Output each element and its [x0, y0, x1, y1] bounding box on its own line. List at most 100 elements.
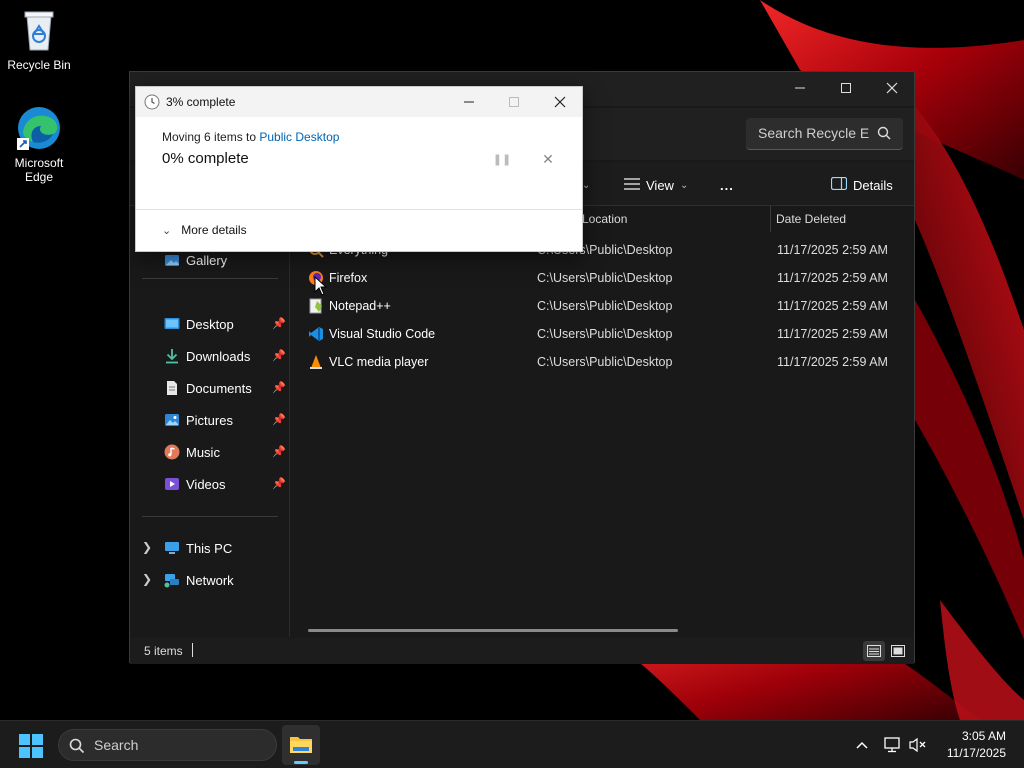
videos-icon	[164, 476, 180, 492]
nav-item-this-pc[interactable]: ❯ This PC	[130, 534, 290, 562]
details-view-toggle[interactable]	[863, 641, 885, 661]
nav-label: Desktop	[186, 317, 234, 332]
vscode-icon	[308, 326, 324, 342]
clock-time[interactable]: 3:05 AM	[936, 729, 1006, 743]
pause-button[interactable]: ❚❚	[492, 151, 512, 167]
desktop-icon-label: Microsoft Edge	[14, 156, 64, 184]
pin-icon[interactable]: 📌	[272, 349, 286, 362]
pin-icon[interactable]: 📌	[272, 413, 286, 426]
pictures-icon	[164, 412, 180, 428]
nav-item-documents[interactable]: Documents 📌	[130, 374, 290, 402]
pin-icon[interactable]: 📌	[272, 381, 286, 394]
chevron-right-icon[interactable]: ❯	[142, 572, 152, 586]
nav-divider	[142, 516, 278, 517]
file-name: Visual Studio Code	[329, 327, 436, 341]
nav-label: Music	[186, 445, 220, 460]
file-name: VLC media player	[329, 355, 429, 369]
nav-label: Pictures	[186, 413, 233, 428]
minimize-button[interactable]	[777, 72, 823, 104]
desktop-icon-edge[interactable]: Microsoft Edge	[1, 104, 77, 184]
dialog-close-button[interactable]	[545, 92, 575, 112]
running-indicator	[294, 761, 308, 764]
horizontal-scrollbar[interactable]	[308, 629, 678, 632]
file-date-deleted: 11/17/2025 2:59 AM	[777, 243, 888, 257]
dialog-divider	[136, 209, 582, 210]
clock-icon	[144, 94, 160, 113]
desktop-folder-icon	[164, 316, 180, 332]
nav-item-network[interactable]: ❯ Network	[130, 566, 290, 594]
file-row[interactable]: Visual Studio Code C:\Users\Public\Deskt…	[302, 320, 902, 348]
file-date-deleted: 11/17/2025 2:59 AM	[777, 327, 888, 341]
progress-percent: 0% complete	[162, 150, 249, 167]
music-icon	[164, 444, 180, 460]
column-label: Location	[582, 212, 628, 226]
chevron-right-icon[interactable]: ❯	[142, 540, 152, 554]
file-row[interactable]: Notepad++ C:\Users\Public\Desktop 11/17/…	[302, 292, 902, 320]
nav-item-pictures[interactable]: Pictures 📌	[130, 406, 290, 434]
windows-logo-icon	[19, 734, 43, 758]
move-progress-dialog: 3% complete Moving 6 items to Public Des…	[135, 86, 583, 252]
destination-link[interactable]: Public Desktop	[259, 130, 339, 144]
nav-item-desktop[interactable]: Desktop 📌	[130, 310, 290, 338]
pin-icon[interactable]: 📌	[272, 445, 286, 458]
cancel-button[interactable]: ✕	[540, 151, 556, 167]
show-hidden-icons-button[interactable]	[852, 735, 872, 755]
search-placeholder: Search Recycle E	[758, 125, 870, 141]
more-details-toggle[interactable]: ⌄ More details	[162, 223, 247, 237]
desktop-icon-label: Recycle Bin	[7, 58, 71, 72]
chevron-down-icon: ⌄	[582, 179, 591, 191]
nav-divider	[142, 278, 278, 279]
nav-label: Videos	[186, 477, 226, 492]
column-header-location[interactable]: Location	[582, 206, 627, 232]
desktop-icon-recycle-bin[interactable]: Recycle Bin	[1, 6, 77, 72]
nav-item-downloads[interactable]: Downloads 📌	[130, 342, 290, 370]
taskbar: Search 3:05 AM 11/17/2025	[0, 720, 1024, 768]
file-date-deleted: 11/17/2025 2:59 AM	[777, 355, 888, 369]
search-icon	[69, 738, 85, 757]
cancel-icon: ✕	[542, 150, 554, 167]
pause-icon: ❚❚	[492, 153, 512, 166]
maximize-button[interactable]	[823, 72, 869, 104]
column-header-date-deleted[interactable]: Date Deleted	[776, 206, 846, 232]
file-name: Notepad++	[329, 299, 391, 313]
clock-date[interactable]: 11/17/2025	[936, 746, 1006, 760]
more-details-label: More details	[181, 223, 247, 237]
more-options-button[interactable]: ...	[720, 175, 734, 195]
status-bar: 5 items	[130, 638, 914, 664]
dialog-titlebar[interactable]: 3% complete	[136, 87, 582, 117]
dialog-minimize-button[interactable]	[454, 92, 484, 112]
navigation-pane: Gallery Desktop 📌 Downloads 📌 Documents …	[130, 232, 290, 637]
tiles-view-toggle[interactable]	[887, 641, 909, 661]
recycle-bin-icon	[15, 6, 63, 54]
pin-icon[interactable]: 📌	[272, 317, 286, 330]
close-button[interactable]	[869, 72, 915, 104]
search-icon	[877, 126, 891, 143]
volume-muted-icon[interactable]	[909, 735, 929, 755]
network-tray-icon[interactable]	[883, 735, 903, 755]
file-row[interactable]: VLC media player C:\Users\Public\Desktop…	[302, 348, 902, 376]
view-list-icon	[624, 177, 640, 193]
file-row[interactable]: Firefox C:\Users\Public\Desktop 11/17/20…	[302, 264, 902, 292]
this-pc-icon	[164, 540, 180, 556]
file-location: C:\Users\Public\Desktop	[537, 271, 673, 285]
file-location: C:\Users\Public\Desktop	[537, 327, 673, 341]
nav-label: Downloads	[186, 349, 251, 364]
start-button[interactable]	[18, 733, 44, 759]
gallery-icon	[164, 252, 180, 268]
nav-item-music[interactable]: Music 📌	[130, 438, 290, 466]
sort-dropdown-chevron[interactable]: ⌄	[582, 175, 590, 195]
network-icon	[164, 572, 180, 588]
pin-icon[interactable]: 📌	[272, 477, 286, 490]
view-label: View	[646, 177, 674, 193]
nav-item-videos[interactable]: Videos 📌	[130, 470, 290, 498]
file-date-deleted: 11/17/2025 2:59 AM	[777, 271, 888, 285]
file-location: C:\Users\Public\Desktop	[537, 355, 673, 369]
column-separator[interactable]	[770, 206, 771, 232]
view-button[interactable]: View ⌄	[624, 175, 688, 195]
search-input[interactable]: Search Recycle E	[746, 118, 903, 150]
details-pane-button[interactable]: Details	[830, 175, 893, 195]
details-pane-icon	[830, 176, 848, 193]
taskbar-search-box[interactable]: Search	[58, 729, 277, 761]
taskbar-file-explorer[interactable]	[282, 725, 320, 765]
file-name: Firefox	[329, 271, 368, 285]
